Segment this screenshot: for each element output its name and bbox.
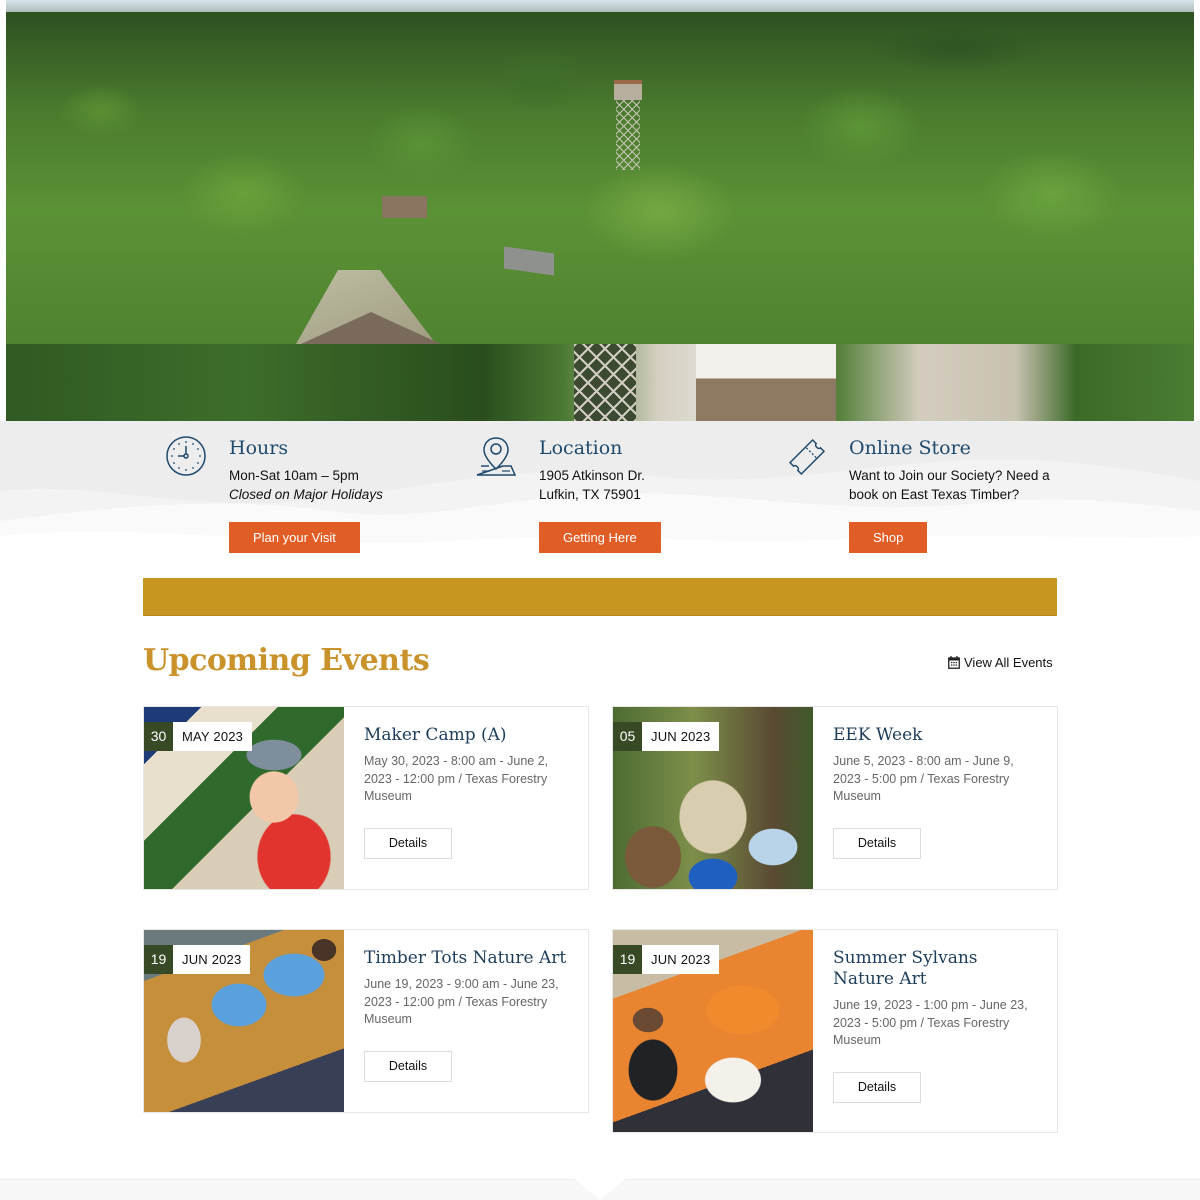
event-image[interactable]: 19 JUN 2023 (613, 930, 813, 1132)
info-store: Online Store Want to Join our Society? N… (785, 421, 1085, 571)
date-day: 19 (144, 945, 173, 974)
hero-image (6, 0, 1194, 421)
event-card: 19 JUN 2023 Summer Sylvans Nature Art Ju… (612, 929, 1058, 1133)
event-title[interactable]: EEK Week (833, 725, 1037, 746)
event-card: 05 JUN 2023 EEK Week June 5, 2023 - 8:00… (612, 706, 1058, 890)
event-meta: June 19, 2023 - 9:00 am - June 23, 2023 … (364, 977, 559, 1026)
gold-banner (143, 578, 1057, 616)
event-card: 30 MAY 2023 Maker Camp (A) May 30, 2023 … (143, 706, 589, 890)
event-body: EEK Week June 5, 2023 - 8:00 am - June 9… (833, 725, 1037, 859)
event-title[interactable]: Summer Sylvans Nature Art (833, 948, 1037, 990)
view-all-events-label: View All Events (964, 655, 1053, 670)
info-location: Location 1905 Atkinson Dr. Lufkin, TX 75… (475, 421, 775, 571)
lookout-tower-cab (614, 80, 642, 100)
clock-icon (166, 436, 206, 476)
event-meta: May 30, 2023 - 8:00 am - June 2, 2023 - … (364, 754, 549, 803)
event-body: Timber Tots Nature Art June 19, 2023 - 9… (364, 948, 568, 1082)
hero-forest (6, 12, 1194, 344)
details-button[interactable]: Details (833, 1071, 921, 1103)
date-badge: 19 JUN 2023 (144, 945, 251, 974)
visitor-info-strip: Hours Mon-Sat 10am – 5pm Closed on Major… (0, 421, 1200, 571)
store-text-1: Want to Join our Society? Need a (849, 468, 1050, 483)
tower-lattice (574, 344, 636, 421)
date-day: 19 (613, 945, 642, 974)
date-month: MAY 2023 (173, 722, 253, 751)
event-card: 19 JUN 2023 Timber Tots Nature Art June … (143, 929, 589, 1113)
view-all-events-link[interactable]: View All Events (948, 655, 1053, 670)
event-image[interactable]: 30 MAY 2023 (144, 707, 344, 889)
getting-here-button[interactable]: Getting Here (539, 522, 661, 553)
date-month: JUN 2023 (642, 945, 720, 974)
event-body: Summer Sylvans Nature Art June 19, 2023 … (833, 948, 1037, 1103)
date-badge: 05 JUN 2023 (613, 722, 720, 751)
details-button[interactable]: Details (833, 827, 921, 859)
map-pin-icon (476, 437, 517, 476)
shop-button[interactable]: Shop (849, 522, 928, 553)
event-meta: June 19, 2023 - 1:00 pm - June 23, 2023 … (833, 998, 1028, 1047)
address-line-1: 1905 Atkinson Dr. (539, 468, 645, 483)
details-button[interactable]: Details (364, 827, 452, 859)
event-image[interactable]: 05 JUN 2023 (613, 707, 813, 889)
ticket-icon (788, 438, 826, 476)
info-hours: Hours Mon-Sat 10am – 5pm Closed on Major… (165, 421, 465, 571)
info-title: Hours (229, 437, 289, 459)
info-title: Location (539, 437, 623, 459)
details-button[interactable]: Details (364, 1050, 452, 1082)
holiday-note: Closed on Major Holidays (229, 487, 383, 502)
store-text-2: book on East Texas Timber? (849, 487, 1020, 502)
calendar-icon (948, 656, 960, 669)
date-day: 30 (144, 722, 173, 751)
event-body: Maker Camp (A) May 30, 2023 - 8:00 am - … (364, 725, 568, 859)
date-month: JUN 2023 (173, 945, 251, 974)
event-title[interactable]: Maker Camp (A) (364, 725, 568, 746)
date-month: JUN 2023 (642, 722, 720, 751)
plan-visit-button[interactable]: Plan your Visit (229, 522, 360, 553)
upcoming-events-heading: Upcoming Events (143, 643, 430, 678)
event-title[interactable]: Timber Tots Nature Art (364, 948, 568, 969)
address-line-2: Lufkin, TX 75901 (539, 487, 641, 502)
date-badge: 30 MAY 2023 (144, 722, 253, 751)
hero-building (696, 344, 836, 421)
info-title: Online Store (849, 437, 971, 459)
hours-text: Mon-Sat 10am – 5pm (229, 468, 359, 483)
event-image[interactable]: 19 JUN 2023 (144, 930, 344, 1112)
date-day: 05 (613, 722, 642, 751)
hero-shed (382, 196, 427, 218)
date-badge: 19 JUN 2023 (613, 945, 720, 974)
event-meta: June 5, 2023 - 8:00 am - June 9, 2023 - … (833, 754, 1014, 803)
